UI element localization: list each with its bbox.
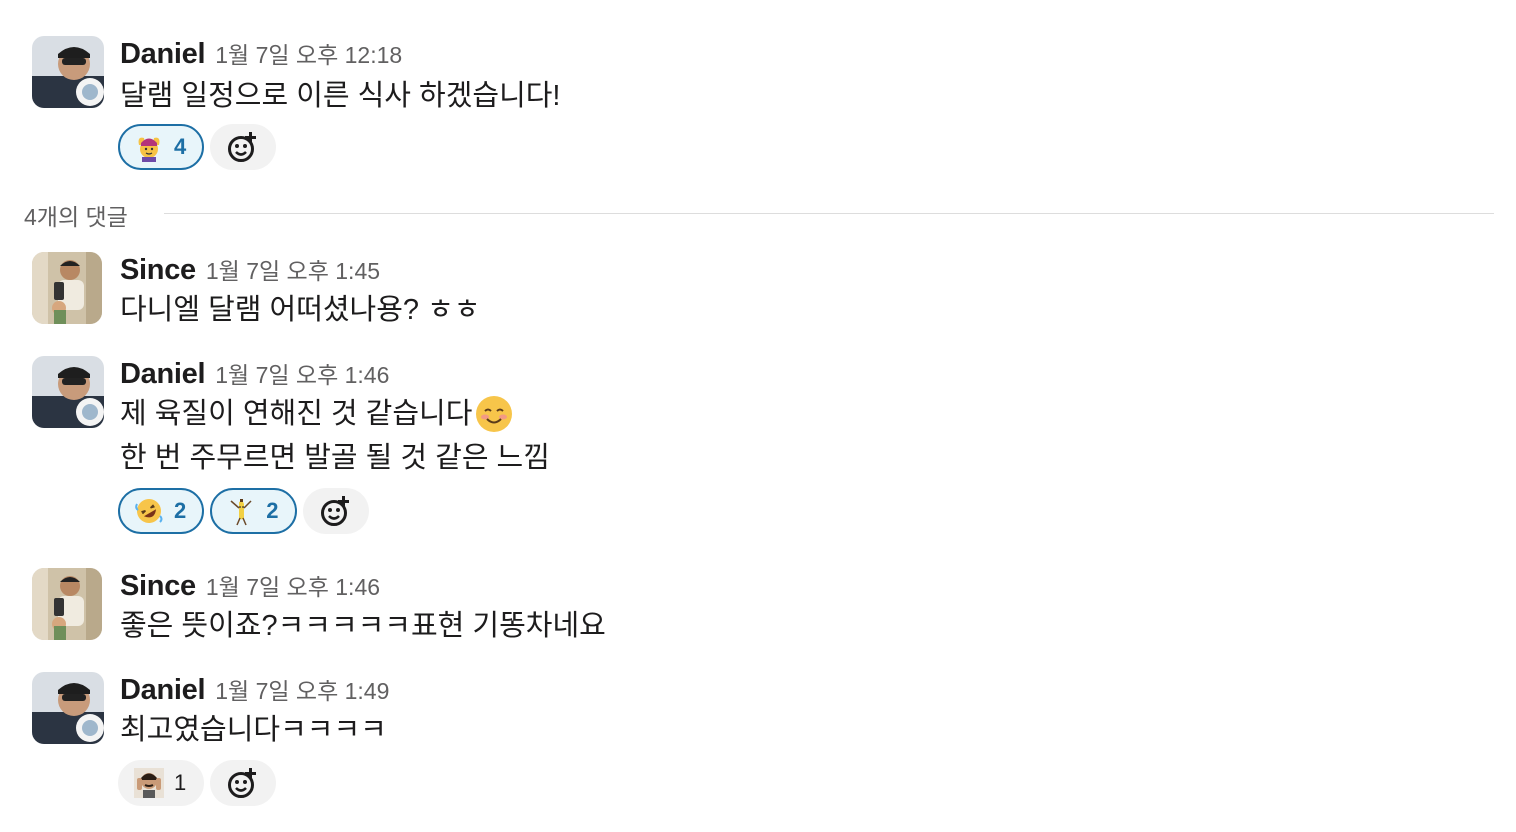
message-text: 다니엘 달램 어떠셨나용? ㅎㅎ xyxy=(120,294,481,326)
smiling-face-icon xyxy=(476,396,513,432)
timestamp[interactable]: 1월 7일 오후 1:49 xyxy=(215,678,389,704)
author-name[interactable]: Since xyxy=(120,570,196,602)
dancing-banana-icon xyxy=(230,499,252,526)
message-header: Daniel 1월 7일 오후 12:18 xyxy=(120,36,402,71)
reaction-count: 4 xyxy=(174,134,187,159)
reply-message: Daniel 1월 7일 오후 1:46 제 육질이 연해진 것 같습니다 한 번… xyxy=(0,356,1516,546)
message-text: 달램 일정으로 이른 식사 하겠습니다! xyxy=(120,80,561,112)
author-name[interactable]: Daniel xyxy=(120,674,206,706)
message-text: 제 육질이 연해진 것 같습니다 xyxy=(120,398,473,430)
reaction-count: 2 xyxy=(174,498,187,523)
man-face-palm-icon xyxy=(134,768,164,798)
reaction-rolling-on-the-floor-laughing[interactable]: 2 xyxy=(118,488,205,534)
message-header: Since 1월 7일 오후 1:46 xyxy=(120,568,380,603)
reaction-woman-gesturing-ok[interactable]: 4 xyxy=(118,124,205,170)
avatar-daniel[interactable] xyxy=(32,356,104,428)
thread-divider: 4개의 댓글 xyxy=(24,198,1494,232)
reaction-bar: 4 xyxy=(118,124,277,170)
timestamp[interactable]: 1월 7일 오후 1:45 xyxy=(206,258,380,284)
reply-count-label: 4개의 댓글 xyxy=(24,198,148,232)
avatar-since[interactable] xyxy=(32,568,102,640)
reply-message: Since 1월 7일 오후 1:46 좋은 뜻이죠?ㅋㅋㅋㅋㅋ표현 기똥차네요 xyxy=(0,568,1516,648)
reaction-count: 1 xyxy=(174,770,187,795)
author-name[interactable]: Since xyxy=(120,254,196,286)
avatar-daniel[interactable] xyxy=(32,36,104,108)
message-header: Daniel 1월 7일 오후 1:46 xyxy=(120,356,389,391)
add-reaction-icon xyxy=(228,132,257,162)
message-text: 최고였습니다ㅋㅋㅋㅋ xyxy=(120,714,387,746)
author-name[interactable]: Daniel xyxy=(120,38,206,70)
add-reaction-icon xyxy=(228,768,257,798)
message-text-line: 제 육질이 연해진 것 같습니다 xyxy=(120,392,514,436)
divider-line xyxy=(164,213,1494,214)
message-text: 한 번 주무르면 발골 될 것 같은 느낌 xyxy=(120,442,550,474)
message-header: Since 1월 7일 오후 1:45 xyxy=(120,252,380,287)
add-reaction-button[interactable] xyxy=(302,488,369,534)
author-name[interactable]: Daniel xyxy=(120,358,206,390)
reaction-bar: 1 xyxy=(118,760,277,806)
reply-message: Since 1월 7일 오후 1:45 다니엘 달램 어떠셨나용? ㅎㅎ xyxy=(0,252,1516,332)
woman-gesturing-ok-icon xyxy=(138,137,160,162)
avatar-daniel[interactable] xyxy=(32,672,104,744)
timestamp[interactable]: 1월 7일 오후 1:46 xyxy=(206,574,380,600)
reaction-bar: 2 2 xyxy=(118,488,369,534)
message-parent: Daniel 1월 7일 오후 12:18 달램 일정으로 이른 식사 하겠습니다… xyxy=(0,36,1516,186)
timestamp[interactable]: 1월 7일 오후 12:18 xyxy=(215,42,402,68)
add-reaction-icon xyxy=(320,496,349,526)
reaction-man-face-palm[interactable]: 1 xyxy=(118,760,205,806)
reply-message: Daniel 1월 7일 오후 1:49 최고였습니다ㅋㅋㅋㅋ 1 xyxy=(0,672,1516,822)
reaction-dancing-banana[interactable]: 2 xyxy=(210,488,297,534)
timestamp[interactable]: 1월 7일 오후 1:46 xyxy=(215,362,389,388)
avatar-since[interactable] xyxy=(32,252,102,324)
message-text: 좋은 뜻이죠?ㅋㅋㅋㅋㅋ표현 기똥차네요 xyxy=(120,610,606,642)
rolling-on-the-floor-laughing-icon xyxy=(135,499,163,523)
message-header: Daniel 1월 7일 오후 1:49 xyxy=(120,672,389,707)
reaction-count: 2 xyxy=(266,498,279,523)
add-reaction-button[interactable] xyxy=(210,760,277,806)
add-reaction-button[interactable] xyxy=(210,124,277,170)
